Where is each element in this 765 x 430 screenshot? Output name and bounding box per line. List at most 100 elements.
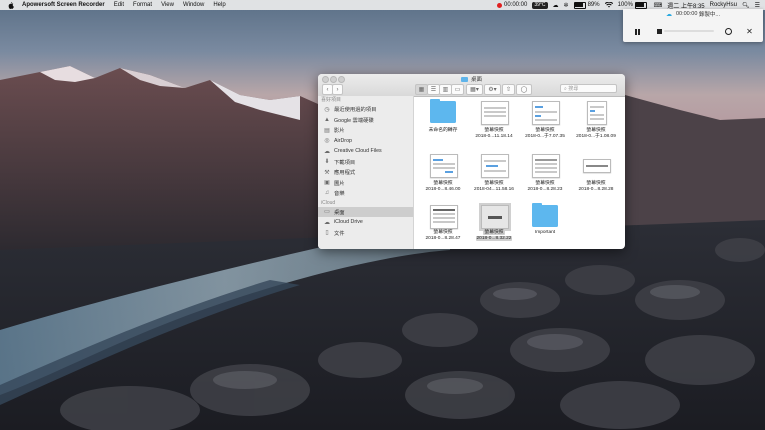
menu-help[interactable]: Help [213,2,225,8]
file-date-text: 2018-0...8.32.22 [475,236,513,241]
pause-button[interactable] [631,25,644,38]
apple-menu-icon[interactable] [8,1,15,9]
file-item[interactable]: 未命名的轉存 [414,98,472,148]
recording-time: 00:00:00 [504,2,528,8]
list-icon: ☰ [430,87,437,93]
battery-percent-right: 100% [617,2,633,8]
sidebar-item-music[interactable]: ♫ 音樂 [318,188,413,199]
folder-icon [430,99,456,123]
sidebar-item-recents[interactable]: ◷ 最近使用過的項目 [318,104,413,115]
sidebar-item-documents[interactable]: ▯ 文件 [318,228,413,239]
sidebar-item-airdrop[interactable]: ◎ AirDrop [318,136,413,147]
action-button[interactable]: ⚙▾ [484,84,501,95]
sidebar-item-downloads[interactable]: ⬇ 下載項目 [318,157,413,168]
recorder-status: ☁ 00:00:00 錄製中... [623,10,763,18]
file-name: 未命名的轉存 [428,128,458,133]
sidebar-item-movies[interactable]: ▤ 影片 [318,125,413,136]
file-item[interactable]: 螢幕快照 2018-0...8.28.28 [567,151,625,201]
battery-icon [634,1,647,9]
download-icon: ⬇ [324,159,330,166]
user-menu[interactable]: RockyHsu [710,2,737,8]
fan-icon[interactable]: ✲ [564,2,569,9]
sidebar-item-google-drive[interactable]: ▲ Google 雲端硬碟 [318,115,413,126]
film-icon: ▤ [324,127,330,134]
sidebar-item-pictures[interactable]: ▣ 圖片 [318,178,413,189]
folder-icon [460,76,468,82]
screenshot-thumbnail-icon [430,205,458,229]
gallery-icon: ▭ [454,87,461,93]
favorites-header: 喜好項目 [321,97,342,103]
sidebar-item-desktop[interactable]: ▭ 桌面 [318,206,413,217]
recording-indicator[interactable]: 00:00:00 [497,2,527,8]
cloud-status-icon[interactable]: ☁ [553,2,559,9]
forward-button[interactable]: › [332,84,343,95]
file-item[interactable]: Important [516,202,574,249]
sidebar-item-icloud-drive[interactable]: ☁ iCloud Drive [318,217,413,228]
stop-icon [657,29,662,34]
menu-window[interactable]: Window [183,2,204,8]
gallery-view-button[interactable]: ▭ [451,84,464,95]
file-date: 2018-0...8.32.22 [465,236,523,242]
pause-icon [635,28,640,35]
file-item[interactable]: 螢幕快照 2018-0...8.28.47 [414,202,472,249]
sidebar-item-creative-cloud[interactable]: ☁ Creative Cloud Files [318,146,413,157]
menu-format[interactable]: Format [133,2,152,8]
menu-edit[interactable]: Edit [114,2,124,8]
finder-titlebar[interactable]: 桌面 ‹ › ▦ ☰ ▥ ▭ ▦▾ ⚙▾ ⇧ ◯ ⌕ 搜尋 [318,74,625,97]
recorder-panel: ☁ 00:00:00 錄製中... ✕ [623,9,763,42]
chevron-right-icon: › [336,86,339,93]
creative-cloud-icon: ☁ [324,148,330,155]
input-source-icon[interactable]: ⌨ [654,2,663,9]
share-button[interactable]: ⇧ [502,84,515,95]
folder-icon [532,203,558,227]
finder-window: 桌面 ‹ › ▦ ☰ ▥ ▭ ▦▾ ⚙▾ ⇧ ◯ ⌕ 搜尋 喜好項目 ◷ 最近使用… [318,74,625,249]
app-menu[interactable]: Apowersoft Screen Recorder [22,2,105,8]
desktop-icon: ▭ [324,209,330,216]
file-item[interactable]: 螢幕快照 2018-0...11.18.14 [465,98,523,148]
file-date: 2018-0...8.28.47 [425,236,461,241]
file-date: 2018-0...8.46.00 [425,187,461,192]
screenshot-icon [725,28,732,35]
file-date: 2018-0...11.18.14 [475,134,513,139]
sidebar-item-label: 桌面 [334,209,345,216]
sidebar-item-label: 音樂 [334,191,345,198]
icloud-header: iCloud [321,199,336,206]
file-item[interactable]: 螢幕快照 2018-0...8.28.23 [516,151,574,201]
file-item[interactable]: 螢幕快照 2018-0...于1.08.09 [567,98,625,148]
cloud-icon: ☁ [665,11,672,18]
file-item[interactable]: 螢幕快照 2018-0...于7.07.35 [516,98,574,148]
battery-percent-left: 89% [587,2,600,8]
file-item[interactable]: 螢幕快照 2018-0...8.46.00 [414,151,472,201]
file-item[interactable]: 螢幕快照 2018-04...11.58.16 [465,151,523,201]
window-title-text: 桌面 [470,77,482,83]
battery-icon-left [573,1,586,9]
file-name: Important [534,230,556,235]
screenshot-thumbnail-icon [481,154,509,178]
file-date: 2018-0...8.28.23 [527,187,563,192]
temperature-badge[interactable]: 39°C [532,1,548,9]
battery-status-left[interactable]: 89% [573,1,600,9]
file-date: 2018-0...8.28.28 [578,187,614,192]
file-date: 2018-04...11.58.16 [474,187,514,192]
screenshot-thumbnail-icon [532,154,560,178]
close-recorder-button[interactable]: ✕ [743,25,756,38]
notification-center-icon[interactable]: ☰ [755,2,760,9]
sidebar-item-label: 影片 [334,128,345,135]
file-date: 2018-0...于7.07.35 [525,134,565,139]
sidebar-item-label: 文件 [334,230,345,237]
battery-status-right[interactable]: 100% [617,1,649,9]
group-by-button[interactable]: ▦▾ [466,84,483,95]
sidebar-item-applications[interactable]: ⚒ 應用程式 [318,167,413,178]
finder-sidebar: 喜好項目 ◷ 最近使用過的項目 ▲ Google 雲端硬碟 ▤ 影片 ◎ AirDrop… [318,96,414,249]
sidebar-item-label: 下載項目 [334,159,356,166]
menu-view[interactable]: View [161,2,174,8]
search-field[interactable]: ⌕ 搜尋 [560,84,617,93]
wifi-icon[interactable] [604,2,613,8]
documents-icon: ▯ [325,230,329,237]
tags-button[interactable]: ◯ [516,84,532,95]
screenshot-button[interactable] [722,25,735,38]
spotlight-icon[interactable]: 🔍︎ [742,2,750,9]
sidebar-item-label: 應用程式 [334,170,356,177]
recorder-time: 00:00:00 [675,11,698,17]
file-item[interactable]: 螢幕快照 2018-0...8.32.22 [465,202,523,249]
